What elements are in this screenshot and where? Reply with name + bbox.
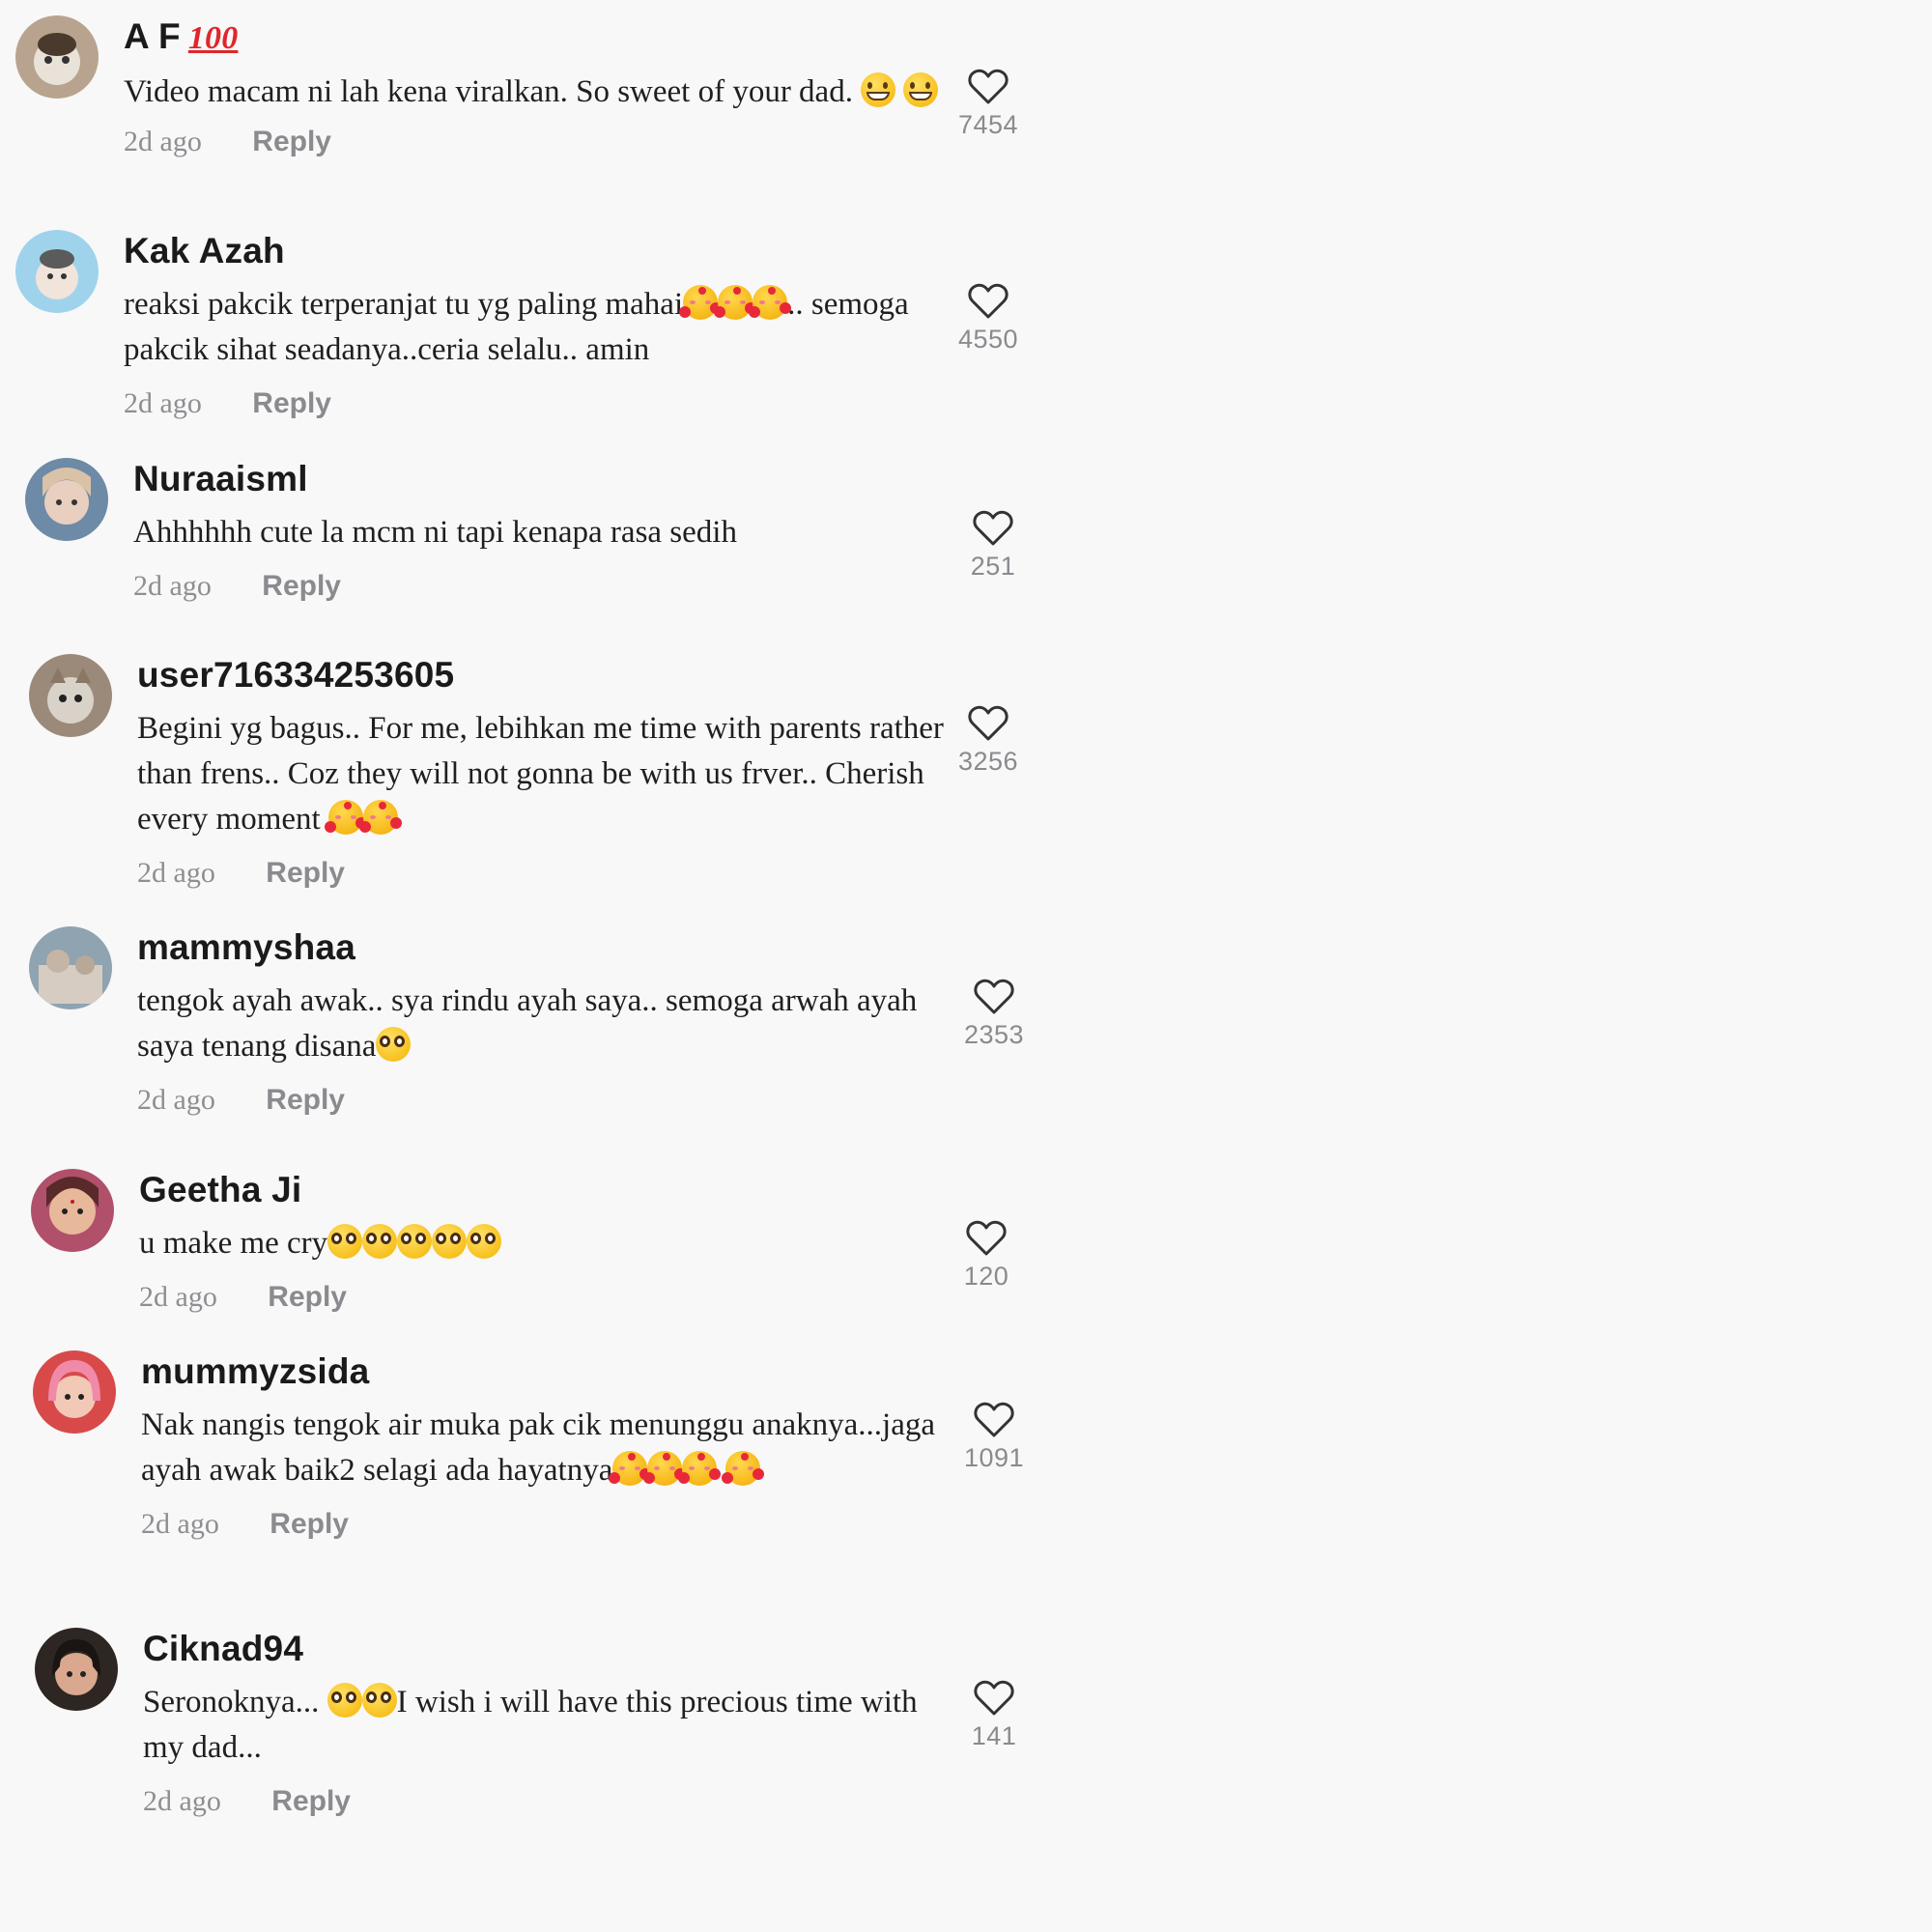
comment-username[interactable]: Nuraaisml	[133, 458, 964, 500]
comment-username[interactable]: Ciknad94	[143, 1628, 974, 1670]
like-button[interactable]: 120	[943, 1219, 1030, 1292]
like-count: 7454	[957, 110, 1019, 139]
like-count: 141	[971, 1721, 1017, 1750]
comment-username[interactable]: mammyshaa	[137, 926, 968, 969]
comment-timestamp: 2d ago	[141, 1508, 219, 1540]
comment-timestamp: 2d ago	[124, 387, 202, 419]
smiling-face-with-hearts-icon	[678, 1451, 718, 1486]
avatar[interactable]	[15, 15, 99, 99]
like-button[interactable]: 7454	[945, 68, 1032, 140]
avatar[interactable]	[29, 926, 112, 1009]
pleading-face-icon	[432, 1224, 468, 1259]
comment-username[interactable]: user716334253605	[137, 654, 968, 696]
comment-timestamp: 2d ago	[143, 1785, 221, 1817]
comment-text: u make me cry	[139, 1221, 960, 1266]
avatar[interactable]	[31, 1169, 114, 1252]
like-button[interactable]: 141	[951, 1679, 1037, 1751]
comment-text: reaksi pakcik terperanjat tu yg paling m…	[124, 285, 909, 367]
comment-text: tengok ayah awak.. sya rindu ayah saya..…	[137, 983, 918, 1064]
smiling-face-with-hearts-icon	[324, 800, 363, 835]
like-count: 1091	[963, 1443, 1025, 1472]
heart-icon	[966, 1220, 1007, 1256]
like-count: 2353	[963, 1020, 1025, 1049]
comment-timestamp: 2d ago	[137, 1084, 215, 1116]
avatar[interactable]	[29, 654, 112, 737]
comment-timestamp: 2d ago	[139, 1281, 217, 1313]
comment-text: Video macam ni lah kena viralkan. So swe…	[124, 70, 945, 115]
comment-timestamp: 2d ago	[137, 857, 215, 889]
heart-icon	[974, 1402, 1014, 1437]
reply-button[interactable]: Reply	[271, 1785, 351, 1817]
pleading-face-icon	[467, 1224, 502, 1259]
reply-button[interactable]: Reply	[266, 857, 345, 889]
avatar[interactable]	[33, 1350, 116, 1434]
smiling-face-with-hearts-icon	[749, 285, 788, 320]
like-button[interactable]: 2353	[951, 978, 1037, 1050]
reply-button[interactable]: Reply	[262, 570, 341, 602]
reply-button[interactable]: Reply	[266, 1084, 345, 1116]
smiling-face-with-hearts-icon	[714, 285, 753, 320]
comment-text: Nak nangis tengok air muka pak cik menun…	[141, 1407, 936, 1488]
like-button[interactable]: 3256	[945, 704, 1032, 777]
smiling-face-with-hearts-icon	[679, 285, 719, 320]
comment-username[interactable]: mummyzsida	[141, 1350, 972, 1393]
smiling-face-with-hearts-icon	[358, 800, 398, 835]
comment-text: Seronoknya... I wish i will have this pr…	[143, 1683, 918, 1765]
like-count: 251	[970, 552, 1016, 581]
reply-button[interactable]: Reply	[252, 387, 331, 419]
pleading-face-icon	[376, 1027, 412, 1062]
like-button[interactable]: 251	[950, 509, 1037, 582]
comment-text: Ahhhhhh cute la mcm ni tapi kenapa rasa …	[133, 515, 737, 550]
smiling-face-with-hearts-icon	[721, 1451, 760, 1486]
comment-username[interactable]: Kak Azah	[124, 230, 954, 272]
like-button[interactable]: 1091	[951, 1401, 1037, 1473]
heart-icon	[973, 510, 1013, 546]
heart-icon	[974, 979, 1014, 1014]
like-count: 4550	[957, 325, 1019, 354]
smiling-face-with-hearts-icon	[643, 1451, 683, 1486]
avatar[interactable]	[25, 458, 108, 541]
pleading-face-icon	[361, 1683, 397, 1718]
avatar[interactable]	[15, 230, 99, 313]
avatar[interactable]	[35, 1628, 118, 1711]
reply-button[interactable]: Reply	[252, 126, 331, 157]
heart-icon	[968, 283, 1009, 319]
comment-username[interactable]: Geetha Ji	[139, 1169, 970, 1211]
comment-username[interactable]: A F 100	[124, 15, 954, 60]
grinning-face-icon	[861, 72, 896, 107]
heart-icon	[968, 69, 1009, 104]
smiling-face-with-hearts-icon	[609, 1451, 648, 1486]
grinning-face-icon	[903, 72, 939, 107]
like-count: 3256	[957, 747, 1019, 776]
pleading-face-icon	[327, 1683, 362, 1718]
reply-button[interactable]: Reply	[268, 1281, 347, 1313]
comment-timestamp: 2d ago	[133, 570, 212, 602]
like-button[interactable]: 4550	[945, 282, 1032, 355]
comment-text: Begini yg bagus.. For me, lebihkan me ti…	[137, 711, 944, 837]
pleading-face-icon	[397, 1224, 433, 1259]
heart-icon	[974, 1680, 1014, 1716]
pleading-face-icon	[327, 1224, 363, 1259]
heart-icon	[968, 705, 1009, 741]
like-count: 120	[963, 1262, 1009, 1291]
comment-timestamp: 2d ago	[124, 126, 202, 157]
pleading-face-icon	[362, 1224, 398, 1259]
hundred-points-icon: 100	[187, 20, 239, 56]
reply-button[interactable]: Reply	[270, 1508, 349, 1540]
